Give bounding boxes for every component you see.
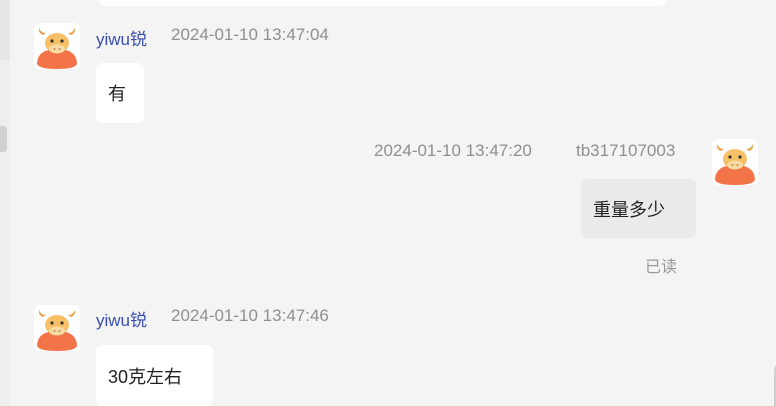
message-timestamp: 2024-01-10 13:47:46 — [171, 306, 329, 325]
sender-name: tb317107003 — [576, 141, 676, 160]
message-bubble[interactable]: 有 — [96, 63, 144, 123]
sender-name[interactable]: yiwu锐 — [96, 306, 147, 331]
side-panel-edge — [0, 0, 10, 406]
read-receipt: 已读 — [645, 259, 678, 276]
avatar[interactable] — [712, 139, 758, 185]
avatar[interactable] — [34, 23, 80, 69]
side-panel-header-edge — [0, 0, 10, 60]
avatar[interactable] — [34, 305, 80, 351]
previous-message-bubble — [98, 0, 668, 6]
message-timestamp: 2024-01-10 13:47:20 — [374, 141, 532, 160]
cow-mascot-icon — [715, 144, 755, 185]
chat-area: yiwu锐 2024-01-10 13:47:04 有 2024-01-10 1… — [10, 0, 776, 406]
message-timestamp: 2024-01-10 13:47:04 — [171, 25, 329, 44]
message-bubble[interactable]: 重量多少 — [581, 179, 696, 238]
message-bubble[interactable]: 30克左右 — [96, 345, 213, 406]
side-panel-scrollbar[interactable] — [0, 126, 7, 152]
sender-name[interactable]: yiwu锐 — [96, 25, 147, 50]
cow-mascot-icon — [37, 310, 77, 351]
cow-mascot-icon — [37, 28, 77, 69]
